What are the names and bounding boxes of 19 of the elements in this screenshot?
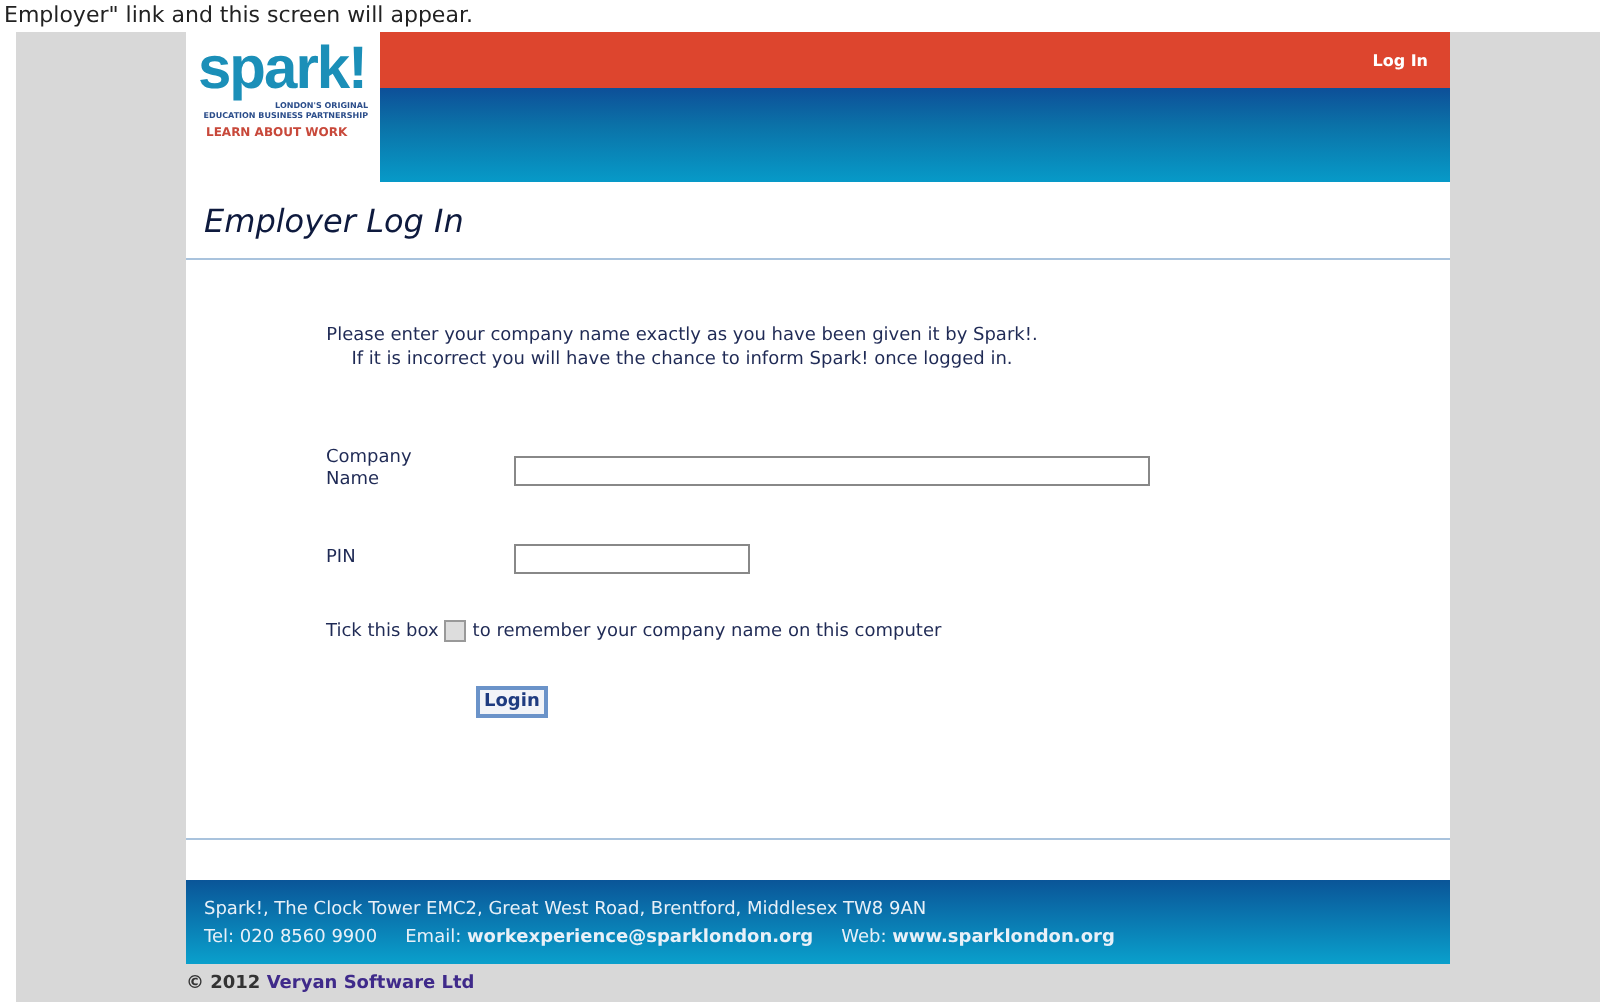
web-text: Web: www.sparklondon.org <box>841 928 1115 948</box>
address-text: Spark!, The Clock Tower EMC2, Great West Road, Brentford, Middlesex TW8 9AN <box>204 898 929 924</box>
field-label: PIN <box>326 548 358 570</box>
remember-checkbox[interactable] <box>444 620 467 642</box>
login-link[interactable]: Log In <box>1372 51 1428 69</box>
copyright-text: © 2012 <box>186 974 261 994</box>
phone-text: Tel: 020 8560 9900 <box>204 928 378 948</box>
instruction-text: Please enter your company name exactly as you have been given it by Spark!. <box>324 324 1040 348</box>
field-label: Company Name <box>326 448 414 492</box>
instruction-text: If it is incorrect you will have the chance to inform Spark! once logged in. <box>349 348 1015 372</box>
remember-label: to remember your company name on this computer <box>472 621 942 641</box>
remember-label: Tick this box <box>326 621 439 641</box>
page-title: Employer Log In <box>204 201 464 239</box>
input-field[interactable] <box>514 455 1150 485</box>
company-link[interactable]: Veryan Software Ltd <box>266 974 475 994</box>
input-field[interactable] <box>514 544 750 574</box>
email-text: Email: workexperience@sparklondon.org <box>405 928 814 948</box>
caption-text: Employer" link and this screen will appear. <box>2 0 473 32</box>
login-button[interactable]: Login <box>476 686 548 718</box>
